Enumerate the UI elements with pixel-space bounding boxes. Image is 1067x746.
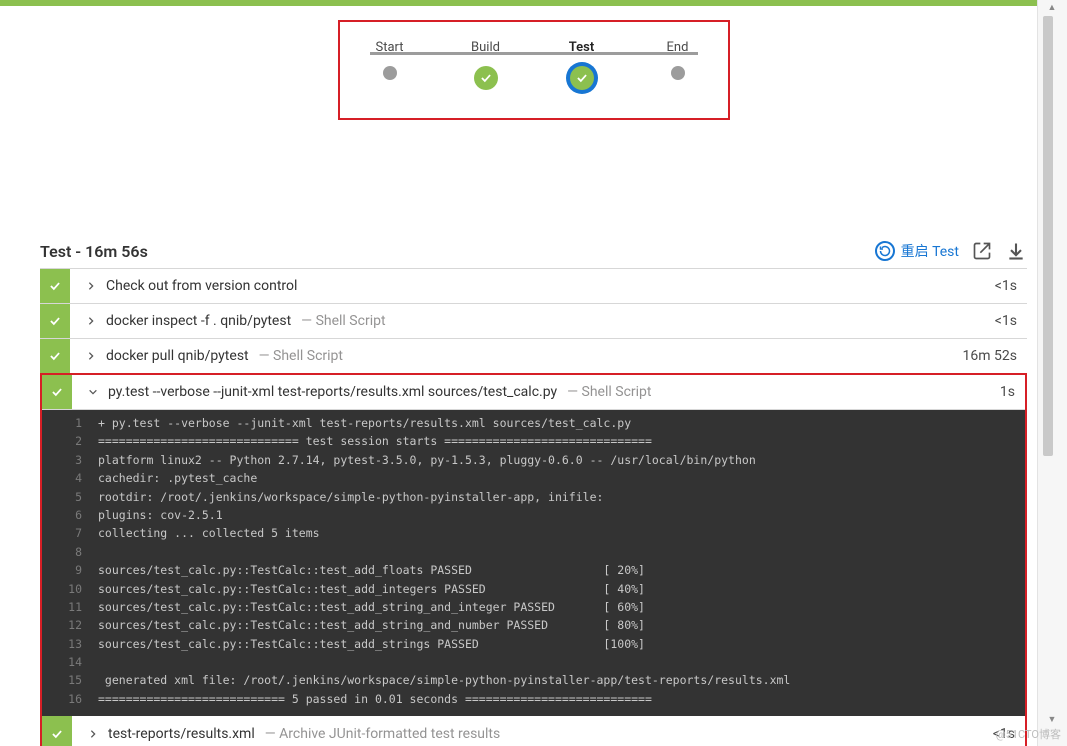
- top-accent-bar: [0, 0, 1067, 6]
- scroll-up-arrow[interactable]: ▲: [1039, 0, 1065, 14]
- step-status-success-icon: [40, 304, 70, 338]
- step-duration: 16m 52s: [963, 339, 1027, 373]
- step-title: test-reports/results.xml: [108, 726, 255, 742]
- restart-icon: [875, 241, 895, 261]
- step-duration: 1s: [1000, 375, 1025, 409]
- step-row[interactable]: py.test --verbose --junit-xml test-repor…: [42, 375, 1025, 410]
- console-output: 1+ py.test --verbose --junit-xml test-re…: [42, 410, 1025, 716]
- steps-list: Check out from version control <1s docke…: [40, 268, 1027, 746]
- stage-build[interactable]: Build: [456, 40, 516, 90]
- stage-start[interactable]: Start: [360, 40, 420, 80]
- open-external-icon[interactable]: [971, 240, 993, 262]
- chevron-down-icon: [88, 387, 98, 397]
- chevron-right-icon: [86, 281, 96, 291]
- stage-end[interactable]: End: [648, 40, 708, 80]
- stage-node-icon: [383, 66, 397, 80]
- scroll-thumb[interactable]: [1043, 16, 1053, 456]
- step-duration: <1s: [995, 269, 1027, 303]
- section-title: Test - 16m 56s: [40, 242, 148, 261]
- scroll-down-arrow[interactable]: ▼: [1039, 712, 1065, 726]
- page-scrollbar[interactable]: ▲ ▼: [1037, 0, 1067, 746]
- stage-test[interactable]: Test: [552, 40, 612, 90]
- pipeline-stages-box: Start Build Test End: [338, 20, 730, 120]
- stage-label: Start: [360, 40, 420, 58]
- step-title: py.test --verbose --junit-xml test-repor…: [108, 384, 557, 400]
- step-sub: — Archive JUnit-formatted test results: [265, 726, 500, 742]
- restart-label: 重启 Test: [901, 241, 959, 261]
- step-sub: — Shell Script: [301, 313, 385, 329]
- step-sub: — Shell Script: [567, 384, 651, 400]
- stage-label: Test: [552, 40, 612, 58]
- step-row[interactable]: docker pull qnib/pytest — Shell Script 1…: [40, 339, 1027, 374]
- step-status-success-icon: [40, 339, 70, 373]
- step-row[interactable]: test-reports/results.xml — Archive JUnit…: [42, 716, 1025, 746]
- restart-stage-button[interactable]: 重启 Test: [875, 241, 959, 261]
- step-row[interactable]: Check out from version control <1s: [40, 269, 1027, 304]
- stage-label: End: [648, 40, 708, 58]
- stage-node-icon: [671, 66, 685, 80]
- highlighted-step-group: py.test --verbose --junit-xml test-repor…: [40, 373, 1027, 746]
- chevron-right-icon: [88, 729, 98, 739]
- step-status-success-icon: [40, 269, 70, 303]
- chevron-right-icon: [86, 316, 96, 326]
- stage-label: Build: [456, 40, 516, 58]
- step-sub: — Shell Script: [259, 348, 343, 364]
- step-title: docker inspect -f . qnib/pytest: [106, 313, 291, 329]
- step-title: Check out from version control: [106, 278, 297, 294]
- chevron-right-icon: [86, 351, 96, 361]
- step-status-success-icon: [42, 375, 72, 409]
- stage-node-icon: [570, 66, 594, 90]
- watermark-text: @51CTO博客: [996, 726, 1061, 742]
- download-icon[interactable]: [1005, 240, 1027, 262]
- step-duration: <1s: [995, 304, 1027, 338]
- step-status-success-icon: [42, 716, 72, 746]
- pipeline-connector-line: [370, 52, 698, 55]
- stage-node-icon: [474, 66, 498, 90]
- step-title: docker pull qnib/pytest: [106, 348, 249, 364]
- step-row[interactable]: docker inspect -f . qnib/pytest — Shell …: [40, 304, 1027, 339]
